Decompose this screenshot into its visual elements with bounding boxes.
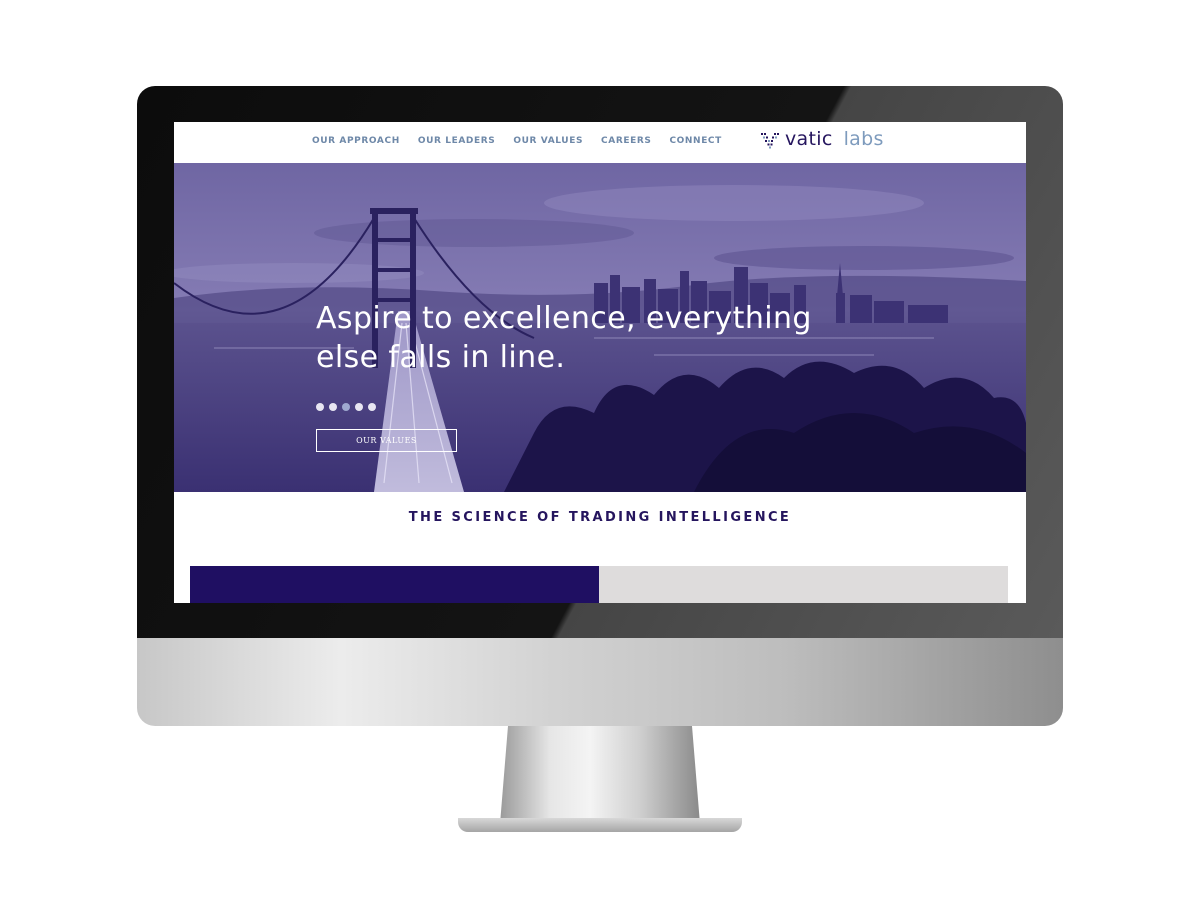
nav-menu: OUR APPROACH OUR LEADERS OUR VALUES CARE… <box>312 136 722 146</box>
monitor-stand-neck <box>500 726 700 824</box>
top-navigation-bar: OUR APPROACH OUR LEADERS OUR VALUES CARE… <box>174 122 1026 163</box>
carousel-indicators <box>316 403 376 411</box>
our-values-button[interactable]: OUR VALUES <box>316 429 457 452</box>
carousel-dot-3[interactable] <box>342 403 350 411</box>
carousel-dot-2[interactable] <box>329 403 337 411</box>
hero-headline-line-1: Aspire to excellence, everything <box>316 301 812 336</box>
monitor-chin <box>137 638 1063 726</box>
vatic-labs-logo-icon <box>761 133 779 149</box>
nav-link-our-approach[interactable]: OUR APPROACH <box>312 136 400 146</box>
carousel-dot-5[interactable] <box>368 403 376 411</box>
nav-link-careers[interactable]: CAREERS <box>601 136 651 146</box>
carousel-dot-4[interactable] <box>355 403 363 411</box>
website-screen: OUR APPROACH OUR LEADERS OUR VALUES CARE… <box>174 122 1026 603</box>
site-logo[interactable]: vatic labs <box>760 128 884 150</box>
feature-panel-secondary <box>599 566 1008 603</box>
nav-link-connect[interactable]: CONNECT <box>669 136 721 146</box>
logo-text-labs: labs <box>843 128 884 150</box>
feature-panel-primary <box>190 566 599 603</box>
carousel-dot-1[interactable] <box>316 403 324 411</box>
hero-headline: Aspire to excellence, everything else fa… <box>316 299 836 377</box>
logo-text-vatic: vatic <box>785 128 833 150</box>
hero-banner: Aspire to excellence, everything else fa… <box>174 163 1026 492</box>
hero-headline-line-2: else falls in line. <box>316 340 566 375</box>
nav-link-our-values[interactable]: OUR VALUES <box>513 136 583 146</box>
nav-link-our-leaders[interactable]: OUR LEADERS <box>418 136 496 146</box>
section-tagline: THE SCIENCE OF TRADING INTELLIGENCE <box>408 510 792 525</box>
monitor-stand-foot <box>458 818 742 832</box>
